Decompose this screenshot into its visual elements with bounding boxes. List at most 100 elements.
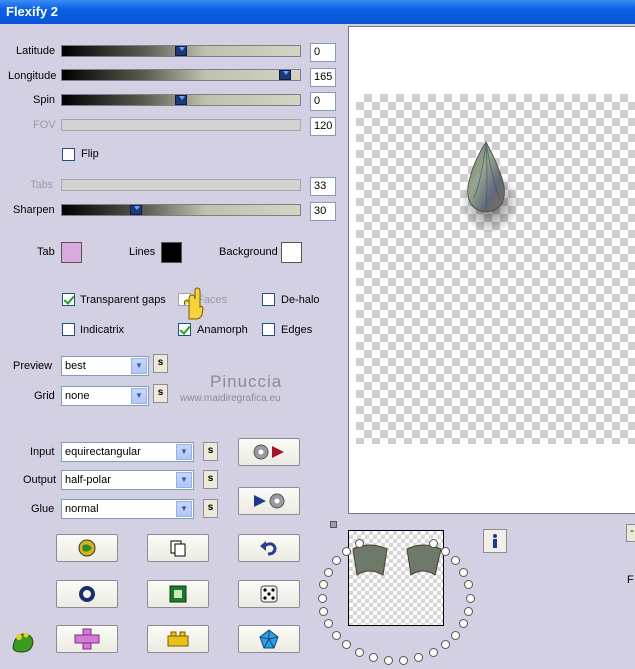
latitude-thumb[interactable] — [175, 46, 187, 56]
glue-select-value: normal — [65, 503, 99, 515]
flip-label: Flip — [81, 148, 99, 160]
longitude-thumb[interactable] — [279, 70, 291, 80]
orbit-dot[interactable] — [428, 648, 438, 658]
orbit-dot[interactable] — [354, 538, 364, 548]
anamorph-checkbox[interactable] — [178, 323, 191, 336]
tabs-label: Tabs — [30, 179, 54, 191]
chevron-down-icon[interactable]: ▼ — [176, 472, 192, 488]
output-select[interactable]: half-polar ▼ — [61, 470, 194, 490]
pointing-hand-icon — [183, 287, 204, 320]
copy-button[interactable] — [147, 534, 209, 562]
tabs-slider — [61, 179, 301, 191]
orbit-dot[interactable] — [451, 630, 461, 640]
output-s-button[interactable]: s — [203, 470, 218, 489]
indicatrix-label: Indicatrix — [80, 324, 125, 336]
orbit-dot[interactable] — [451, 556, 461, 566]
orbit-dot[interactable] — [331, 630, 341, 640]
orbit-dot[interactable] — [459, 619, 469, 629]
forward-play-button[interactable] — [238, 438, 300, 466]
transparent-gaps-label: Transparent gaps — [80, 294, 166, 306]
spin-thumb[interactable] — [175, 95, 187, 105]
latitude-input[interactable]: 0 — [310, 43, 336, 62]
chevron-down-icon[interactable]: ▼ — [176, 444, 192, 460]
input-select[interactable]: equirectangular ▼ — [61, 442, 194, 462]
lines-color-label: Lines — [129, 246, 156, 258]
preview-shape — [460, 141, 520, 232]
sharpen-thumb[interactable] — [130, 205, 142, 215]
preview-s-button[interactable]: s — [153, 354, 168, 373]
tab-color-swatch[interactable] — [61, 242, 82, 263]
window-title: Flexify 2 — [0, 0, 635, 24]
tabs-input[interactable]: 33 — [310, 177, 336, 196]
glue-s-button[interactable]: s — [203, 499, 218, 518]
orbit-dot[interactable] — [323, 619, 333, 629]
square-frame-button[interactable] — [147, 580, 209, 608]
thumbnail-handle[interactable] — [330, 521, 337, 528]
circle-shape-button[interactable] — [56, 580, 118, 608]
dice-icon — [260, 585, 278, 603]
lines-color-swatch[interactable] — [161, 242, 182, 263]
indicatrix-checkbox[interactable] — [62, 323, 75, 336]
orbit-dot[interactable] — [341, 546, 351, 556]
globe-gear-icon — [78, 539, 96, 557]
random-dice-button[interactable] — [238, 580, 300, 608]
flip-checkbox[interactable] — [62, 148, 75, 161]
background-color-swatch[interactable] — [281, 242, 302, 263]
orbit-dot[interactable] — [465, 593, 475, 603]
info-button[interactable] — [483, 529, 507, 553]
spin-input[interactable]: 0 — [310, 92, 336, 111]
orbit-dot[interactable] — [317, 593, 327, 603]
preview-label: Preview — [13, 360, 53, 372]
cross-button[interactable] — [56, 625, 118, 653]
glue-select[interactable]: normal ▼ — [61, 499, 194, 519]
grid-select[interactable]: none ▼ — [61, 386, 149, 406]
preview-select[interactable]: best ▼ — [61, 356, 149, 376]
undo-button[interactable] — [238, 534, 300, 562]
longitude-slider[interactable] — [61, 69, 301, 81]
orbit-dot[interactable] — [441, 640, 451, 650]
input-select-value: equirectangular — [65, 446, 141, 458]
cross-grid-icon — [74, 628, 100, 650]
orbit-dot[interactable] — [319, 606, 329, 616]
orbit-dot[interactable] — [331, 556, 341, 566]
orbit-dot[interactable] — [368, 653, 378, 663]
reverse-play-button[interactable] — [238, 487, 300, 515]
orbit-dot[interactable] — [383, 656, 393, 666]
orbit-dot[interactable] — [463, 606, 473, 616]
chevron-down-icon[interactable]: ▼ — [131, 358, 147, 374]
background-color-label: Background — [219, 246, 278, 258]
orbit-dot[interactable] — [463, 580, 473, 590]
sharpen-input[interactable]: 30 — [310, 202, 336, 221]
chevron-down-icon[interactable]: ▼ — [176, 501, 192, 517]
orbit-dot[interactable] — [354, 648, 364, 658]
input-s-button[interactable]: s — [203, 442, 218, 461]
orbit-dot[interactable] — [414, 653, 424, 663]
latitude-slider[interactable] — [61, 45, 301, 57]
longitude-input[interactable]: 165 — [310, 68, 336, 87]
random-preset-button[interactable] — [56, 534, 118, 562]
orbit-dot[interactable] — [428, 538, 438, 548]
output-select-value: half-polar — [65, 474, 111, 486]
block-button[interactable] — [147, 625, 209, 653]
pentagon-gem-icon — [259, 629, 279, 649]
orbit-dot[interactable] — [459, 567, 469, 577]
orbit-dot[interactable] — [341, 640, 351, 650]
fov-input[interactable]: 120 — [310, 117, 336, 136]
sharpen-slider[interactable] — [61, 204, 301, 216]
watermark-name: Pinuccia — [210, 372, 283, 391]
preview-select-value: best — [65, 360, 86, 372]
transparent-gaps-checkbox[interactable] — [62, 293, 75, 306]
polyhedron-button[interactable] — [238, 625, 300, 653]
grid-s-button[interactable]: s — [153, 384, 168, 403]
spin-slider[interactable] — [61, 94, 301, 106]
orbit-dot[interactable] — [441, 546, 451, 556]
right-panel-label: F — [627, 574, 634, 586]
orbit-dot[interactable] — [399, 656, 409, 666]
minus-button[interactable]: - — [626, 524, 635, 542]
orbit-dot[interactable] — [319, 580, 329, 590]
de-halo-checkbox[interactable] — [262, 293, 275, 306]
orbit-dot[interactable] — [323, 567, 333, 577]
watermark-url: www.maidiregrafica.eu — [180, 393, 281, 404]
chevron-down-icon[interactable]: ▼ — [131, 388, 147, 404]
edges-checkbox[interactable] — [262, 323, 275, 336]
